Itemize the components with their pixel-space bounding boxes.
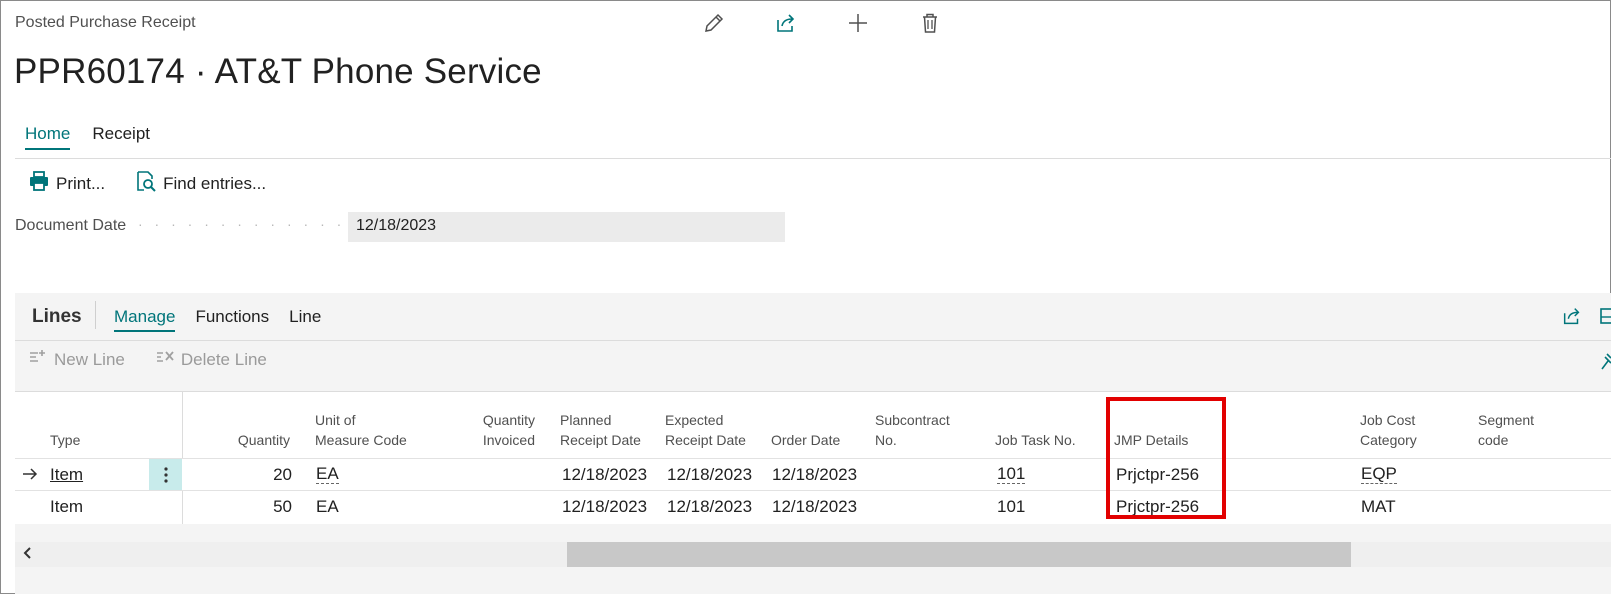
page-tabs: Home Receipt <box>25 124 150 150</box>
cell-planned-receipt-date[interactable]: 12/18/2023 <box>562 465 647 485</box>
cell-uom[interactable]: EA <box>316 497 339 517</box>
col-header-subcontract-no[interactable]: Subcontract No. <box>875 410 950 450</box>
col-header-quantity-invoiced[interactable]: Quantity Invoiced <box>455 410 535 450</box>
new-line-label: New Line <box>54 349 125 369</box>
tab-receipt[interactable]: Receipt <box>92 124 150 150</box>
cell-job-cost-category[interactable]: MAT <box>1361 497 1396 517</box>
print-button[interactable]: Print... <box>28 170 105 197</box>
col-header-quantity[interactable]: Quantity <box>215 430 290 450</box>
col-header-order-date[interactable]: Order Date <box>771 430 840 450</box>
cell-uom[interactable]: EA <box>316 465 339 484</box>
share-icon[interactable] <box>1561 305 1583 332</box>
lines-grid: Type Quantity Unit of Measure Code Quanti… <box>15 392 1611 524</box>
cell-job-cost-category[interactable]: EQP <box>1361 465 1397 484</box>
lines-separator <box>95 301 96 329</box>
print-label: Print... <box>56 173 106 193</box>
col-header-jmp-details[interactable]: JMP Details <box>1114 430 1188 450</box>
page-title: PPR60174 · AT&T Phone Service <box>14 52 542 91</box>
find-entries-icon <box>135 170 157 197</box>
tab-functions[interactable]: Functions <box>195 307 269 332</box>
col-header-job-cost-category[interactable]: Job Cost Category <box>1360 410 1417 450</box>
find-entries-button[interactable]: Find entries... <box>135 170 266 197</box>
document-date-label: Document Date <box>15 217 127 234</box>
pin-icon[interactable] <box>1599 351 1611 376</box>
cell-expected-receipt-date[interactable]: 12/18/2023 <box>667 497 752 517</box>
col-header-segment-code[interactable]: Segment code <box>1478 410 1534 450</box>
new-line-icon <box>28 348 48 371</box>
col-header-planned-receipt-date[interactable]: Planned Receipt Date <box>560 410 641 450</box>
more-options-icon[interactable] <box>149 459 182 491</box>
tab-home[interactable]: Home <box>25 124 71 150</box>
scrollbar-thumb[interactable] <box>567 542 1351 567</box>
delete-line-label: Delete Line <box>180 349 267 369</box>
cell-job-task-no[interactable]: 101 <box>997 497 1025 517</box>
document-date-field: Document Date · · · · · · · · · · · · · … <box>15 212 1611 242</box>
cell-quantity[interactable]: 20 <box>215 465 292 485</box>
printer-icon <box>28 170 50 197</box>
field-leader-dots: · · · · · · · · · · · · · · · · · · · · <box>138 216 348 232</box>
lines-title: Lines <box>32 306 82 327</box>
find-entries-label: Find entries... <box>163 173 267 193</box>
lines-toolbar-icons <box>1561 305 1611 332</box>
col-header-job-task-no[interactable]: Job Task No. <box>995 430 1076 450</box>
table-row[interactable]: Item 50 EA 12/18/2023 12/18/2023 12/18/2… <box>15 490 1611 522</box>
cell-quantity[interactable]: 50 <box>215 497 292 517</box>
lines-tabs: Manage Functions Line <box>114 307 321 332</box>
tabs-divider <box>15 158 1611 159</box>
expand-icon[interactable] <box>1597 305 1611 332</box>
col-header-expected-receipt-date[interactable]: Expected Receipt Date <box>665 410 746 450</box>
lines-divider <box>15 340 1611 341</box>
table-row[interactable]: Item 20 EA 12/18/2023 12/18/2023 12/18/2… <box>15 458 1611 491</box>
cell-order-date[interactable]: 12/18/2023 <box>772 465 857 485</box>
cell-expected-receipt-date[interactable]: 12/18/2023 <box>667 465 752 485</box>
lines-action-bar: New Line Delete Line <box>28 348 267 371</box>
tab-manage[interactable]: Manage <box>114 307 176 332</box>
lines-panel: Lines Manage Functions Line New Line Del… <box>15 293 1611 594</box>
cell-type[interactable]: Item <box>50 497 83 517</box>
cell-planned-receipt-date[interactable]: 12/18/2023 <box>562 497 647 517</box>
cell-jmp-details[interactable]: Prjctpr-256 <box>1116 497 1199 517</box>
arrow-right-icon <box>21 465 39 488</box>
col-header-type[interactable]: Type <box>50 430 80 450</box>
tab-line[interactable]: Line <box>289 307 321 332</box>
new-line-button[interactable]: New Line <box>28 348 125 371</box>
action-bar: Print... Find entries... <box>28 170 266 197</box>
pencil-icon[interactable] <box>702 11 726 40</box>
share-icon[interactable] <box>774 11 798 40</box>
delete-line-button[interactable]: Delete Line <box>155 348 267 371</box>
plus-icon[interactable] <box>846 11 870 40</box>
delete-line-icon <box>155 348 175 371</box>
cell-jmp-details[interactable]: Prjctpr-256 <box>1116 465 1199 485</box>
cell-type[interactable]: Item <box>50 465 83 485</box>
cell-job-task-no[interactable]: 101 <box>997 465 1026 484</box>
document-date-value: 12/18/2023 <box>348 212 785 242</box>
cell-order-date[interactable]: 12/18/2023 <box>772 497 857 517</box>
page-caption: Posted Purchase Receipt <box>15 14 196 31</box>
scroll-left-icon[interactable] <box>21 545 33 566</box>
col-header-uom[interactable]: Unit of Measure Code <box>315 410 407 450</box>
trash-icon[interactable] <box>918 11 942 40</box>
horizontal-scrollbar[interactable] <box>15 542 1611 567</box>
